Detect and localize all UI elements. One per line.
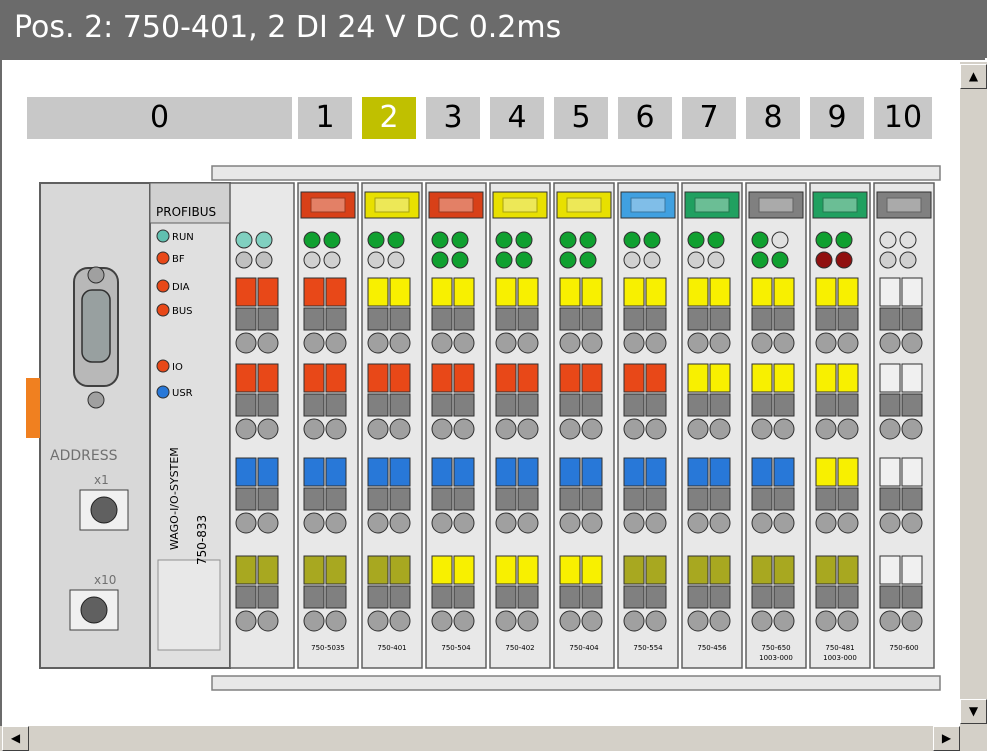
- io-module-5[interactable]: 750-404: [553, 182, 615, 669]
- fieldbus-coupler[interactable]: [26, 182, 231, 669]
- module-part-label: 1003-000: [759, 654, 793, 662]
- scroll-right-button[interactable]: ▶: [933, 726, 960, 751]
- coupler-terminals[interactable]: [229, 182, 295, 669]
- io-module-9[interactable]: 750-481 1003-000: [809, 182, 871, 669]
- scroll-up-button[interactable]: ▲: [960, 64, 987, 89]
- switch-x1-label: x1: [94, 473, 109, 487]
- switch-x10-label: x10: [94, 573, 116, 587]
- scroll-left-button[interactable]: ◀: [2, 726, 29, 751]
- bus-label: PROFIBUS: [156, 205, 216, 219]
- led-label-bf: BF: [172, 254, 185, 265]
- io-module-6[interactable]: 750-554: [617, 182, 679, 669]
- io-module-3[interactable]: 750-504: [425, 182, 487, 669]
- led-label-usr: USR: [172, 388, 193, 399]
- module-part-label: 750-402: [505, 644, 534, 652]
- io-module-10[interactable]: 750-600: [873, 182, 935, 669]
- led-label-io: IO: [172, 362, 183, 373]
- module-part-label: 750-404: [569, 644, 599, 652]
- module-part-label: 750-5035: [311, 644, 345, 652]
- module-part-label: 750-504: [441, 644, 471, 652]
- led-label-dia: DIA: [172, 282, 190, 293]
- io-module-8[interactable]: 750-650 1003-000: [745, 182, 807, 669]
- scrollbar-corner: [960, 726, 987, 751]
- io-node-diagram: PROFIBUS RUN BF DIA BUS IO USR ADDRESS x…: [26, 165, 941, 691]
- led-label-bus: BUS: [172, 306, 193, 317]
- io-module-7[interactable]: 750-456: [681, 182, 743, 669]
- io-module-1[interactable]: 750-5035: [297, 182, 359, 669]
- address-label: ADDRESS: [50, 448, 118, 464]
- brand-text: WAGO-I/O-SYSTEM: [168, 447, 181, 550]
- horizontal-scrollbar[interactable]: ◀ ▶: [0, 726, 960, 751]
- io-module-4[interactable]: 750-402: [489, 182, 551, 669]
- module-part-label: 750-554: [633, 644, 663, 652]
- led-label-run: RUN: [172, 232, 194, 243]
- scroll-down-button[interactable]: ▼: [960, 699, 987, 724]
- module-part-label: 750-401: [377, 644, 406, 652]
- module-part-label: 750-650: [761, 644, 790, 652]
- coupler-model: 750-833: [195, 515, 209, 565]
- io-module-2[interactable]: 750-401: [361, 182, 423, 669]
- vertical-scrollbar[interactable]: ▲ ▼: [960, 62, 987, 726]
- module-part-label: 1003-000: [823, 654, 857, 662]
- module-part-label: 750-600: [889, 644, 918, 652]
- module-part-label: 750-481: [825, 644, 854, 652]
- module-part-label: 750-456: [697, 644, 727, 652]
